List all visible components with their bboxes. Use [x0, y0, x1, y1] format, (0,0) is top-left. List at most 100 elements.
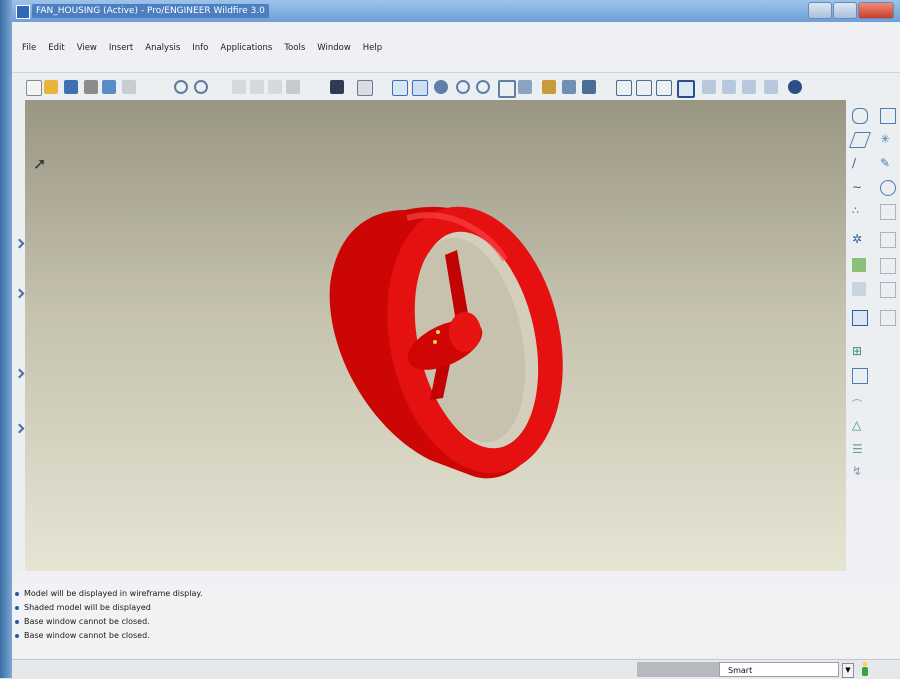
- revolve-icon[interactable]: [880, 258, 896, 274]
- view-manager-icon[interactable]: [582, 80, 596, 94]
- orient-icon[interactable]: [434, 80, 448, 94]
- axis-icon[interactable]: /: [852, 156, 866, 170]
- repaint-icon[interactable]: [392, 80, 408, 96]
- splitter-arrow-icon[interactable]: [14, 238, 25, 249]
- hole-icon[interactable]: [852, 310, 868, 326]
- print-icon[interactable]: [84, 80, 98, 94]
- find-icon[interactable]: [330, 80, 344, 94]
- hidden-line-icon[interactable]: [636, 80, 652, 96]
- datum-points-icon[interactable]: [742, 80, 756, 94]
- feature-toolbar: ✳ / ✎ ∼ ∴ ✲ ⊞ ⌒ △ ☰ ↯: [846, 100, 900, 480]
- regeneration-status-icon: [862, 662, 868, 676]
- csys-icon[interactable]: ✲: [852, 232, 866, 246]
- bullet-icon: [15, 619, 19, 624]
- shell-icon[interactable]: [880, 310, 896, 326]
- point-icon[interactable]: ∴: [852, 204, 866, 218]
- fan-housing-model[interactable]: [25, 100, 846, 571]
- menu-bar: File Edit View Insert Analysis Info Appl…: [12, 36, 900, 60]
- message-text: Model will be displayed in wireframe dis…: [24, 589, 203, 598]
- sweep-icon[interactable]: [852, 282, 866, 296]
- refit-icon[interactable]: [498, 80, 516, 98]
- wireframe-icon[interactable]: [616, 80, 632, 96]
- datum-plane-icon[interactable]: [880, 108, 896, 124]
- message-area: Model will be displayed in wireframe dis…: [12, 583, 900, 657]
- message-line: Model will be displayed in wireframe dis…: [15, 589, 203, 598]
- menu-info[interactable]: Info: [190, 41, 210, 55]
- rib-icon[interactable]: ⊞: [852, 344, 866, 358]
- zoom-out-icon[interactable]: [476, 80, 490, 94]
- menu-applications[interactable]: Applications: [218, 41, 274, 55]
- zoom-in-icon[interactable]: [456, 80, 470, 94]
- chamfer-icon[interactable]: △: [852, 418, 866, 432]
- save-icon[interactable]: [64, 80, 78, 94]
- menu-view[interactable]: View: [75, 41, 99, 55]
- menu-edit[interactable]: Edit: [46, 41, 66, 55]
- datum-icon[interactable]: [880, 204, 896, 220]
- extrude-icon[interactable]: [852, 258, 866, 272]
- paste-special-icon[interactable]: [268, 80, 282, 94]
- sketch-icon[interactable]: [852, 108, 868, 124]
- datum-planes-icon[interactable]: [702, 80, 716, 94]
- pattern-icon[interactable]: ☰: [852, 442, 866, 456]
- draft-icon[interactable]: [852, 368, 868, 384]
- app-icon: [16, 5, 30, 19]
- minimize-button[interactable]: [808, 2, 832, 19]
- new-file-icon[interactable]: [26, 80, 42, 96]
- message-line: Shaded model will be displayed: [15, 603, 151, 612]
- round-icon[interactable]: ⌒: [852, 396, 866, 411]
- datum-point-icon[interactable]: ✳: [880, 132, 894, 146]
- saved-views-icon[interactable]: [542, 80, 556, 94]
- undo-icon[interactable]: [174, 80, 188, 94]
- open-file-icon[interactable]: [44, 80, 58, 94]
- help-icon[interactable]: [788, 80, 802, 94]
- curve-icon[interactable]: ∼: [852, 180, 866, 194]
- status-progress-area: [637, 662, 719, 677]
- spin-center-icon[interactable]: [412, 80, 428, 96]
- menu-tools[interactable]: Tools: [282, 41, 307, 55]
- message-line: Base window cannot be closed.: [15, 617, 150, 626]
- splitter-arrow-icon[interactable]: [14, 288, 25, 299]
- menu-help[interactable]: Help: [361, 41, 384, 55]
- paste-icon[interactable]: [250, 80, 264, 94]
- bullet-icon: [15, 605, 19, 610]
- datum-axes-icon[interactable]: [722, 80, 736, 94]
- message-text: Base window cannot be closed.: [24, 631, 150, 640]
- disabled-feature-icon[interactable]: [880, 232, 896, 248]
- bullet-icon: [15, 633, 19, 638]
- window-title: FAN_HOUSING (Active) - Pro/ENGINEER Wild…: [32, 4, 269, 18]
- message-text: Base window cannot be closed.: [24, 617, 150, 626]
- message-line: Base window cannot be closed.: [15, 631, 150, 640]
- menu-window[interactable]: Window: [315, 41, 353, 55]
- close-button[interactable]: [858, 2, 894, 19]
- plane-icon[interactable]: [849, 132, 871, 148]
- select-filter-icon[interactable]: [357, 80, 373, 96]
- graphics-viewport[interactable]: ➚: [25, 100, 846, 571]
- shading-icon[interactable]: [677, 80, 695, 98]
- no-hidden-icon[interactable]: [656, 80, 672, 96]
- blend-icon[interactable]: [880, 282, 896, 298]
- application-window: FAN_HOUSING (Active) - Pro/ENGINEER Wild…: [0, 0, 900, 679]
- regenerate-icon[interactable]: [286, 80, 300, 94]
- copy-icon[interactable]: [122, 80, 136, 94]
- splitter-arrow-icon[interactable]: [14, 368, 25, 379]
- layers-icon[interactable]: [562, 80, 576, 94]
- menu-analysis[interactable]: Analysis: [143, 41, 182, 55]
- selection-filter-dropdown[interactable]: Smart: [719, 662, 839, 677]
- splitter-arrow-icon[interactable]: [14, 423, 25, 434]
- analysis-icon[interactable]: [880, 180, 896, 196]
- menu-file[interactable]: File: [20, 41, 38, 55]
- mirror-icon[interactable]: ↯: [852, 464, 866, 478]
- menu-insert[interactable]: Insert: [107, 41, 135, 55]
- coordinate-system-icon[interactable]: ✎: [880, 156, 894, 170]
- redo-icon[interactable]: [194, 80, 208, 94]
- reorient-icon[interactable]: [518, 80, 532, 94]
- cut-icon[interactable]: [232, 80, 246, 94]
- window-left-edge: [0, 0, 12, 678]
- email-icon[interactable]: [102, 80, 116, 94]
- title-bar[interactable]: FAN_HOUSING (Active) - Pro/ENGINEER Wild…: [12, 0, 900, 22]
- bullet-icon: [15, 591, 19, 596]
- message-text: Shaded model will be displayed: [24, 603, 151, 612]
- coordinate-systems-icon[interactable]: [764, 80, 778, 94]
- maximize-button[interactable]: [833, 2, 857, 19]
- chevron-down-icon[interactable]: ▼: [842, 663, 854, 678]
